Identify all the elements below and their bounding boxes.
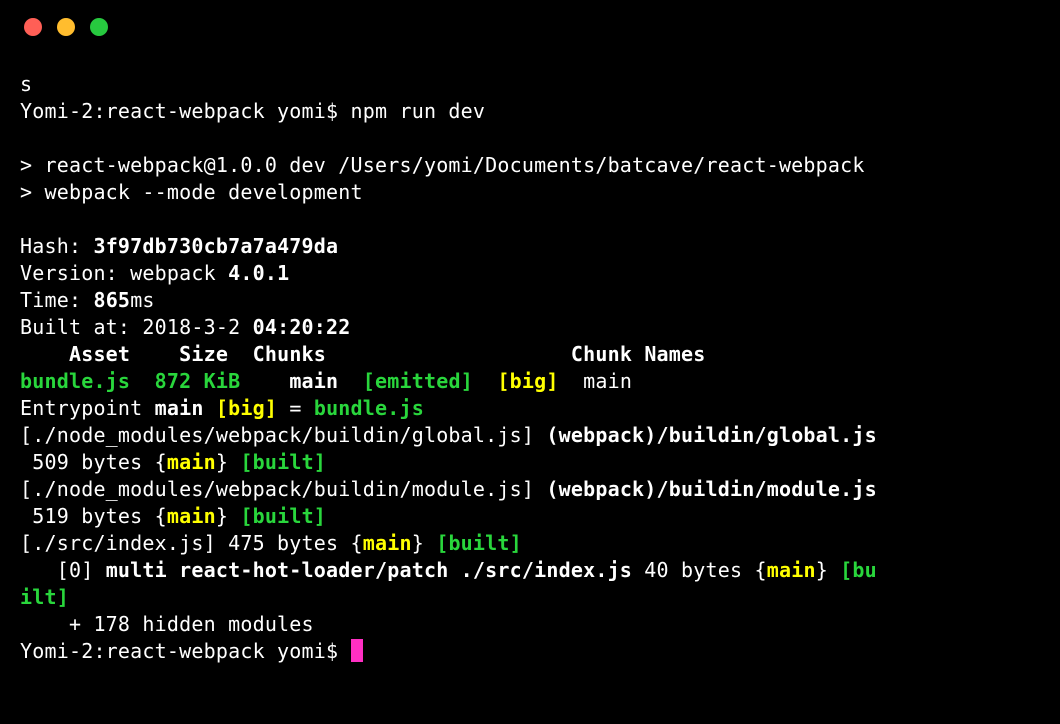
module-size: 509 bytes { xyxy=(20,450,167,474)
module-brace: } xyxy=(816,558,840,582)
module-desc: (webpack)/buildin/global.js xyxy=(546,423,877,447)
built-value: 04:20:22 xyxy=(253,315,351,339)
minimize-window-button[interactable] xyxy=(57,18,75,36)
time-value: 865 xyxy=(93,288,130,312)
module-path: [./src/index.js] 475 bytes { xyxy=(20,531,363,555)
asset-chunk-pre xyxy=(240,369,289,393)
entrypoint-label: Entrypoint xyxy=(20,396,155,420)
cursor xyxy=(351,639,363,662)
window-traffic-lights xyxy=(24,18,1040,36)
npm-script-line: > webpack --mode development xyxy=(20,180,363,204)
module-path: [./node_modules/webpack/buildin/global.j… xyxy=(20,423,546,447)
col-chunks: Chunks xyxy=(228,342,326,366)
entrypoint-main: main xyxy=(155,396,216,420)
module-brace: } xyxy=(412,531,436,555)
col-chunknames: Chunk Names xyxy=(326,342,705,366)
maximize-window-button[interactable] xyxy=(90,18,108,36)
module-chunk: main xyxy=(767,558,816,582)
npm-script-line: > react-webpack@1.0.0 dev /Users/yomi/Do… xyxy=(20,153,865,177)
hash-label: Hash: xyxy=(20,234,93,258)
module-size: 40 bytes { xyxy=(632,558,767,582)
built-label: Built at: 2018-3-2 xyxy=(20,315,253,339)
version-label: Version: webpack xyxy=(20,261,228,285)
module-path: [./node_modules/webpack/buildin/module.j… xyxy=(20,477,546,501)
module-built: [built] xyxy=(240,450,326,474)
output-text: s xyxy=(20,72,32,96)
module-chunk: main xyxy=(167,504,216,528)
terminal-output[interactable]: s Yomi-2:react-webpack yomi$ npm run dev… xyxy=(20,71,1040,665)
col-asset: Asset xyxy=(20,342,130,366)
terminal-window: s Yomi-2:react-webpack yomi$ npm run dev… xyxy=(0,0,1060,724)
col-size: Size xyxy=(130,342,228,366)
module-built: [bu xyxy=(840,558,877,582)
module-brace: } xyxy=(216,450,240,474)
entrypoint-big: [big] xyxy=(216,396,277,420)
asset-chunk: main xyxy=(289,369,338,393)
asset-emitted: [emitted] xyxy=(338,369,473,393)
module-built: [built] xyxy=(240,504,326,528)
time-suffix: ms xyxy=(130,288,154,312)
entrypoint-bundle: bundle.js xyxy=(314,396,424,420)
hidden-modules: + 178 hidden modules xyxy=(20,612,314,636)
time-label: Time: xyxy=(20,288,93,312)
prompt-line: Yomi-2:react-webpack yomi$ npm run dev xyxy=(20,99,485,123)
close-window-button[interactable] xyxy=(24,18,42,36)
module-desc: (webpack)/buildin/module.js xyxy=(546,477,877,501)
asset-name: bundle.js xyxy=(20,369,130,393)
asset-chunknames: main xyxy=(559,369,632,393)
module-brace: } xyxy=(216,504,240,528)
module-chunk: main xyxy=(167,450,216,474)
module-desc: multi react-hot-loader/patch ./src/index… xyxy=(106,558,632,582)
module-size: 519 bytes { xyxy=(20,504,167,528)
module-built: [built] xyxy=(436,531,522,555)
asset-big: [big] xyxy=(473,369,559,393)
module-built-wrap: ilt] xyxy=(20,585,69,609)
entrypoint-eq: = xyxy=(277,396,314,420)
version-value: 4.0.1 xyxy=(228,261,289,285)
prompt-line: Yomi-2:react-webpack yomi$ xyxy=(20,639,351,663)
hash-value: 3f97db730cb7a7a479da xyxy=(93,234,338,258)
module-index: [0] xyxy=(20,558,106,582)
asset-size: 872 KiB xyxy=(130,369,240,393)
module-chunk: main xyxy=(363,531,412,555)
